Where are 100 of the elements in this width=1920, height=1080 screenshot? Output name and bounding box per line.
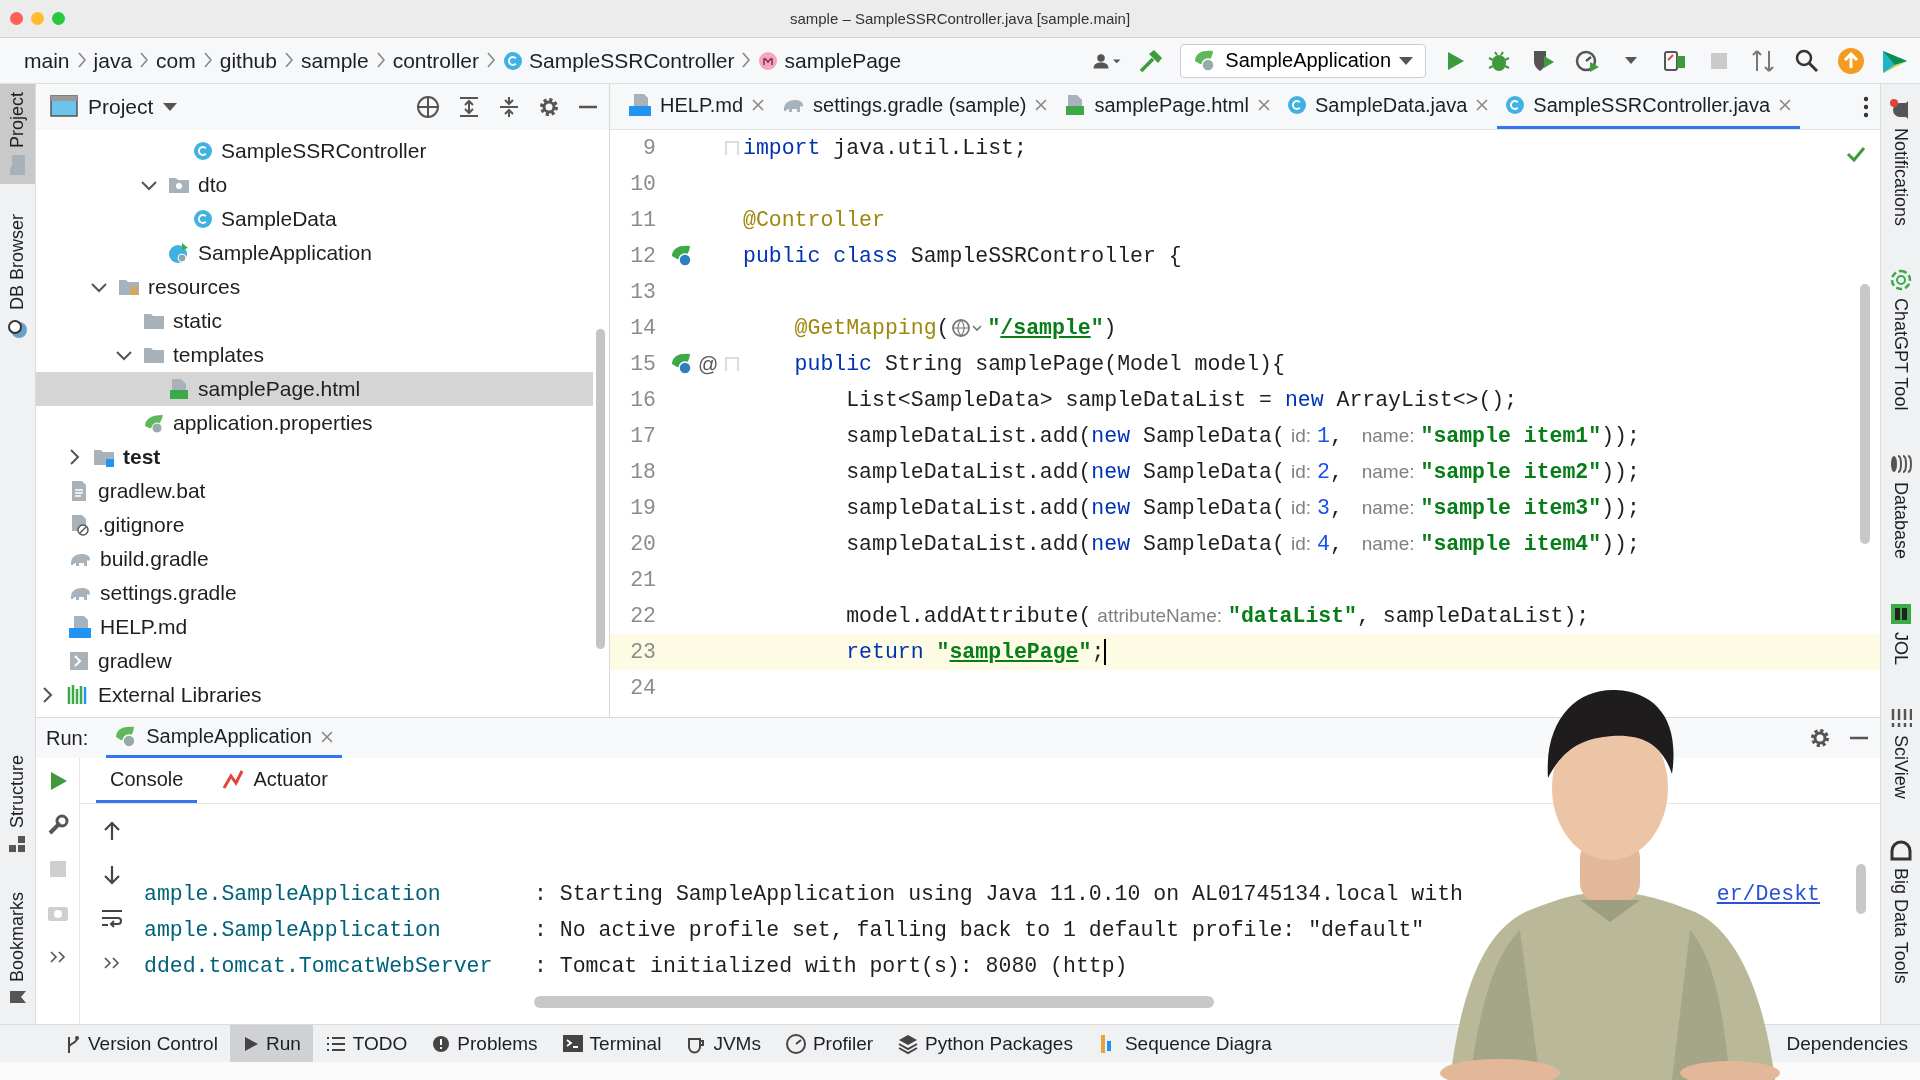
breadcrumb-item[interactable]: github (219, 48, 277, 73)
bean-icon[interactable] (670, 352, 694, 376)
bookmark-icon (8, 988, 27, 1006)
expand-all-icon[interactable] (457, 95, 481, 119)
locate-icon[interactable] (415, 94, 441, 120)
tool-window-tab[interactable]: Notifications (1881, 94, 1920, 231)
collapse-all-icon[interactable] (497, 95, 521, 119)
panel-title[interactable]: Project (88, 95, 154, 119)
settings-icon[interactable] (537, 95, 561, 119)
breadcrumb-item[interactable]: sample (300, 48, 369, 73)
scrollbar[interactable] (1860, 284, 1870, 544)
scrollbar[interactable] (534, 996, 1214, 1008)
editor-tab[interactable]: SampleSSRController.java (1497, 84, 1801, 129)
tree-item[interactable]: gradlew.bat (36, 474, 593, 508)
settings-icon[interactable] (1808, 726, 1832, 750)
tree-item[interactable]: SampleApplication (36, 236, 593, 270)
tree-item[interactable]: External Libraries (36, 678, 593, 712)
tool-window-tab[interactable]: Bookmarks (0, 883, 35, 1014)
tree-item[interactable]: resources (36, 270, 593, 304)
tool-window-button[interactable]: Problems (419, 1025, 550, 1062)
gutter-marker[interactable]: @ (698, 352, 719, 376)
console-tab[interactable]: Actuator (207, 758, 342, 803)
tool-window-button[interactable]: Python Packages (885, 1025, 1085, 1062)
tree-item[interactable]: .gitignore (36, 508, 593, 542)
close-icon[interactable] (751, 98, 765, 112)
tool-window-button[interactable]: Sequence Diagra (1084, 1025, 1284, 1062)
scrollbar[interactable] (1856, 864, 1866, 914)
editor-tab[interactable]: SampleData.java (1279, 84, 1498, 129)
application-class-icon (168, 242, 190, 264)
more-icon[interactable] (1862, 94, 1870, 119)
tool-window-button[interactable]: Terminal (549, 1025, 674, 1062)
tree-item[interactable]: HELP.md (36, 610, 593, 644)
vcs-icon[interactable] (1750, 47, 1776, 74)
line-number: 22 (629, 604, 656, 628)
close-icon[interactable] (1257, 98, 1271, 112)
html-file-icon (168, 378, 190, 400)
separator-icon (284, 51, 293, 68)
breadcrumb-item[interactable]: com (156, 48, 196, 73)
run-tab[interactable]: SampleApplication (106, 718, 342, 758)
problem-icon (431, 1033, 452, 1054)
console-tab[interactable]: Console (96, 758, 198, 803)
tree-item[interactable]: SampleSSRController (36, 134, 593, 168)
caret-icon[interactable] (1625, 57, 1637, 64)
tool-window-tab[interactable]: JOL (1881, 597, 1920, 669)
hammer-icon[interactable] (1138, 47, 1165, 74)
tree-item[interactable]: dto (36, 168, 593, 202)
code-line: import java.util.List; (743, 136, 1027, 160)
tree-item[interactable]: build.gradle (36, 542, 593, 576)
down-arrow-icon[interactable] (101, 864, 123, 886)
tool-window-button[interactable]: TODO (312, 1025, 420, 1062)
tree-item[interactable]: SampleData (36, 202, 593, 236)
tree-item[interactable]: gradlew (36, 644, 593, 678)
tool-window-tab[interactable]: SciView (1881, 702, 1920, 803)
close-icon[interactable] (1475, 98, 1490, 112)
tool-window-tab[interactable]: Database (1881, 448, 1920, 564)
tool-window-tab[interactable]: ChatGPT Tool (1881, 264, 1920, 415)
tree-item[interactable]: application.properties (36, 406, 593, 440)
tool-window-button[interactable]: JVMs (673, 1025, 773, 1062)
tree-item[interactable]: static (36, 304, 593, 338)
tree-item[interactable]: samplePage.html (36, 372, 593, 406)
tool-window-tab[interactable]: Project (0, 84, 35, 185)
breadcrumb-item[interactable]: controller (392, 48, 480, 73)
gauge-icon (784, 1032, 807, 1055)
separator-icon (77, 51, 86, 68)
tool-window-button[interactable]: Profiler (772, 1025, 886, 1062)
close-icon[interactable] (1778, 98, 1793, 112)
swirl-icon (1888, 268, 1913, 293)
editor-tab[interactable]: HELP.md (620, 84, 773, 129)
window-control[interactable] (10, 12, 23, 25)
tool-window-tab[interactable]: DB Browser (0, 206, 35, 349)
tool-window-tab[interactable]: Big Data Tools (1881, 836, 1920, 988)
text-cursor (1104, 639, 1107, 665)
tree-item[interactable]: templates (36, 338, 593, 372)
class-icon (1505, 95, 1526, 115)
line-number: 21 (629, 568, 656, 592)
tool-window-tab[interactable]: Structure (0, 746, 35, 862)
breadcrumb-item[interactable]: SampleSSRController (503, 48, 735, 73)
caret-icon[interactable] (163, 103, 178, 111)
scrollbar[interactable] (596, 329, 605, 649)
tree-item[interactable]: settings.gradle (36, 576, 593, 610)
close-icon[interactable] (319, 729, 334, 744)
search-icon[interactable] (1794, 47, 1820, 74)
editor-tab[interactable]: samplePage.html (1056, 84, 1279, 129)
code-line: public class SampleSSRController { (743, 244, 1182, 268)
editor-tab[interactable]: settings.gradle (sample) (773, 84, 1057, 129)
tool-window-button[interactable]: Dependencies (1774, 1025, 1920, 1062)
markdown-file-icon (628, 93, 652, 117)
breadcrumb-item[interactable]: main (24, 48, 70, 73)
close-icon[interactable] (1034, 98, 1049, 112)
run-configuration-dropdown[interactable]: SampleApplication (1180, 43, 1426, 78)
tool-window-button[interactable]: Run (229, 1025, 313, 1062)
tool-window-button[interactable]: Version Control (52, 1025, 230, 1062)
breadcrumb-item[interactable]: java (93, 48, 133, 73)
file-link[interactable]: er/Deskt (1716, 882, 1820, 906)
line-number: 14 (629, 316, 656, 340)
bean-icon[interactable] (670, 244, 694, 268)
log-source: ample.SampleApplication (144, 882, 442, 906)
structure-icon (7, 833, 28, 854)
breadcrumb-item[interactable]: samplePage (758, 48, 902, 73)
tree-item[interactable]: test (36, 440, 593, 474)
